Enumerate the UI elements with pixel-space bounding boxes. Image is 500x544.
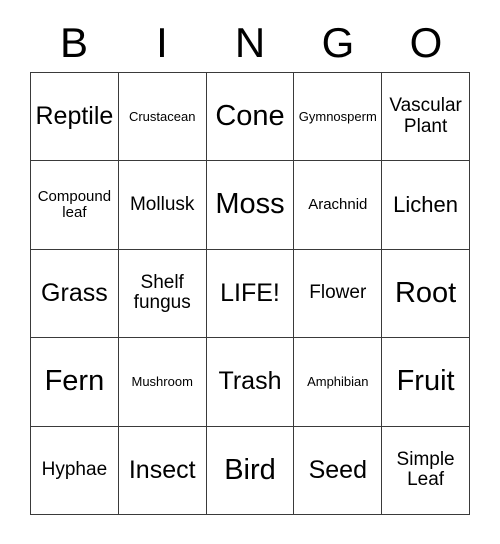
bingo-cell[interactable]: Simple Leaf [382,426,470,515]
bingo-cell-label: Simple Leaf [396,448,455,491]
bingo-header-letter-o: O [409,19,443,66]
bingo-cell-label: Mollusk [129,193,195,215]
bingo-cell-label: Insect [128,455,196,484]
bingo-cell-label: Grass [41,278,108,307]
bingo-cell[interactable]: LIFE! [206,249,295,339]
bingo-cell[interactable]: Compound leaf [31,161,119,250]
bingo-cell[interactable]: Insect [118,426,207,515]
bingo-cell[interactable]: Trash [206,338,295,427]
bingo-cell[interactable]: Arachnid [294,161,383,250]
bingo-cell-label: Vascular Plant [389,95,462,137]
bingo-cell[interactable]: Root [382,249,470,339]
bingo-cell[interactable]: Fruit [382,338,470,427]
bingo-cell[interactable]: Reptile [31,73,119,162]
bingo-cell-label: Crustacean [128,108,196,124]
bingo-cell-label: Hyphae [41,459,108,481]
bingo-header-letter-g: G [321,19,355,66]
bingo-cell[interactable]: Cone [206,73,295,162]
bingo-cell[interactable]: Flower [294,249,383,339]
bingo-cell[interactable]: Seed [294,426,383,515]
bingo-cell-label: Gymnosperm [298,108,377,124]
bingo-cell-label: Moss [215,188,285,221]
bingo-cell[interactable]: Mollusk [118,161,207,250]
bingo-cell[interactable]: Moss [206,161,295,250]
bingo-cell-label: Arachnid [308,196,368,213]
bingo-cell-label: Compound leaf [37,187,112,222]
bingo-card: B I N G O Reptile Crustacean Cone Gymnosperm Vas… [0,0,500,544]
bingo-cell-label: Seed [308,455,367,484]
bingo-cell[interactable]: Vascular Plant [382,73,470,162]
bingo-cell[interactable]: Gymnosperm [294,73,383,162]
bingo-cell[interactable]: Crustacean [118,73,207,162]
bingo-cell[interactable]: Lichen [382,161,470,250]
bingo-cell-label: Mushroom [131,373,193,389]
bingo-cell[interactable]: Shelf fungus [118,249,207,339]
bingo-cell[interactable]: Bird [206,426,295,515]
bingo-grid: Reptile Crustacean Cone Gymnosperm Vascular … [30,72,470,515]
bingo-cell[interactable]: Mushroom [118,338,207,427]
bingo-header-row: BINGO [30,14,470,72]
bingo-cell-label: Bird [224,453,276,486]
bingo-cell-label: LIFE! [220,278,280,307]
bingo-cell-label: Lichen [393,192,459,218]
bingo-cell-label: Flower [309,282,367,304]
bingo-cell[interactable]: Hyphae [31,426,119,515]
bingo-cell[interactable]: Grass [31,249,119,339]
bingo-cell-label: Reptile [35,102,114,131]
bingo-cell-label: Cone [215,100,285,133]
bingo-cell-label: Shelf fungus [133,271,191,314]
bingo-cell-label: Fern [44,365,105,398]
bingo-cell[interactable]: Fern [31,338,119,427]
bingo-header-letter-b: B [59,19,88,66]
bingo-cell-label: Amphibian [307,373,369,389]
bingo-cell-label: Root [394,276,457,309]
bingo-header-letter-n: N [234,19,266,66]
bingo-cell-label: Fruit [396,365,455,398]
bingo-cell[interactable]: Amphibian [294,338,383,427]
bingo-header-letter-i: I [156,19,168,66]
bingo-cell-label: Trash [218,367,282,396]
